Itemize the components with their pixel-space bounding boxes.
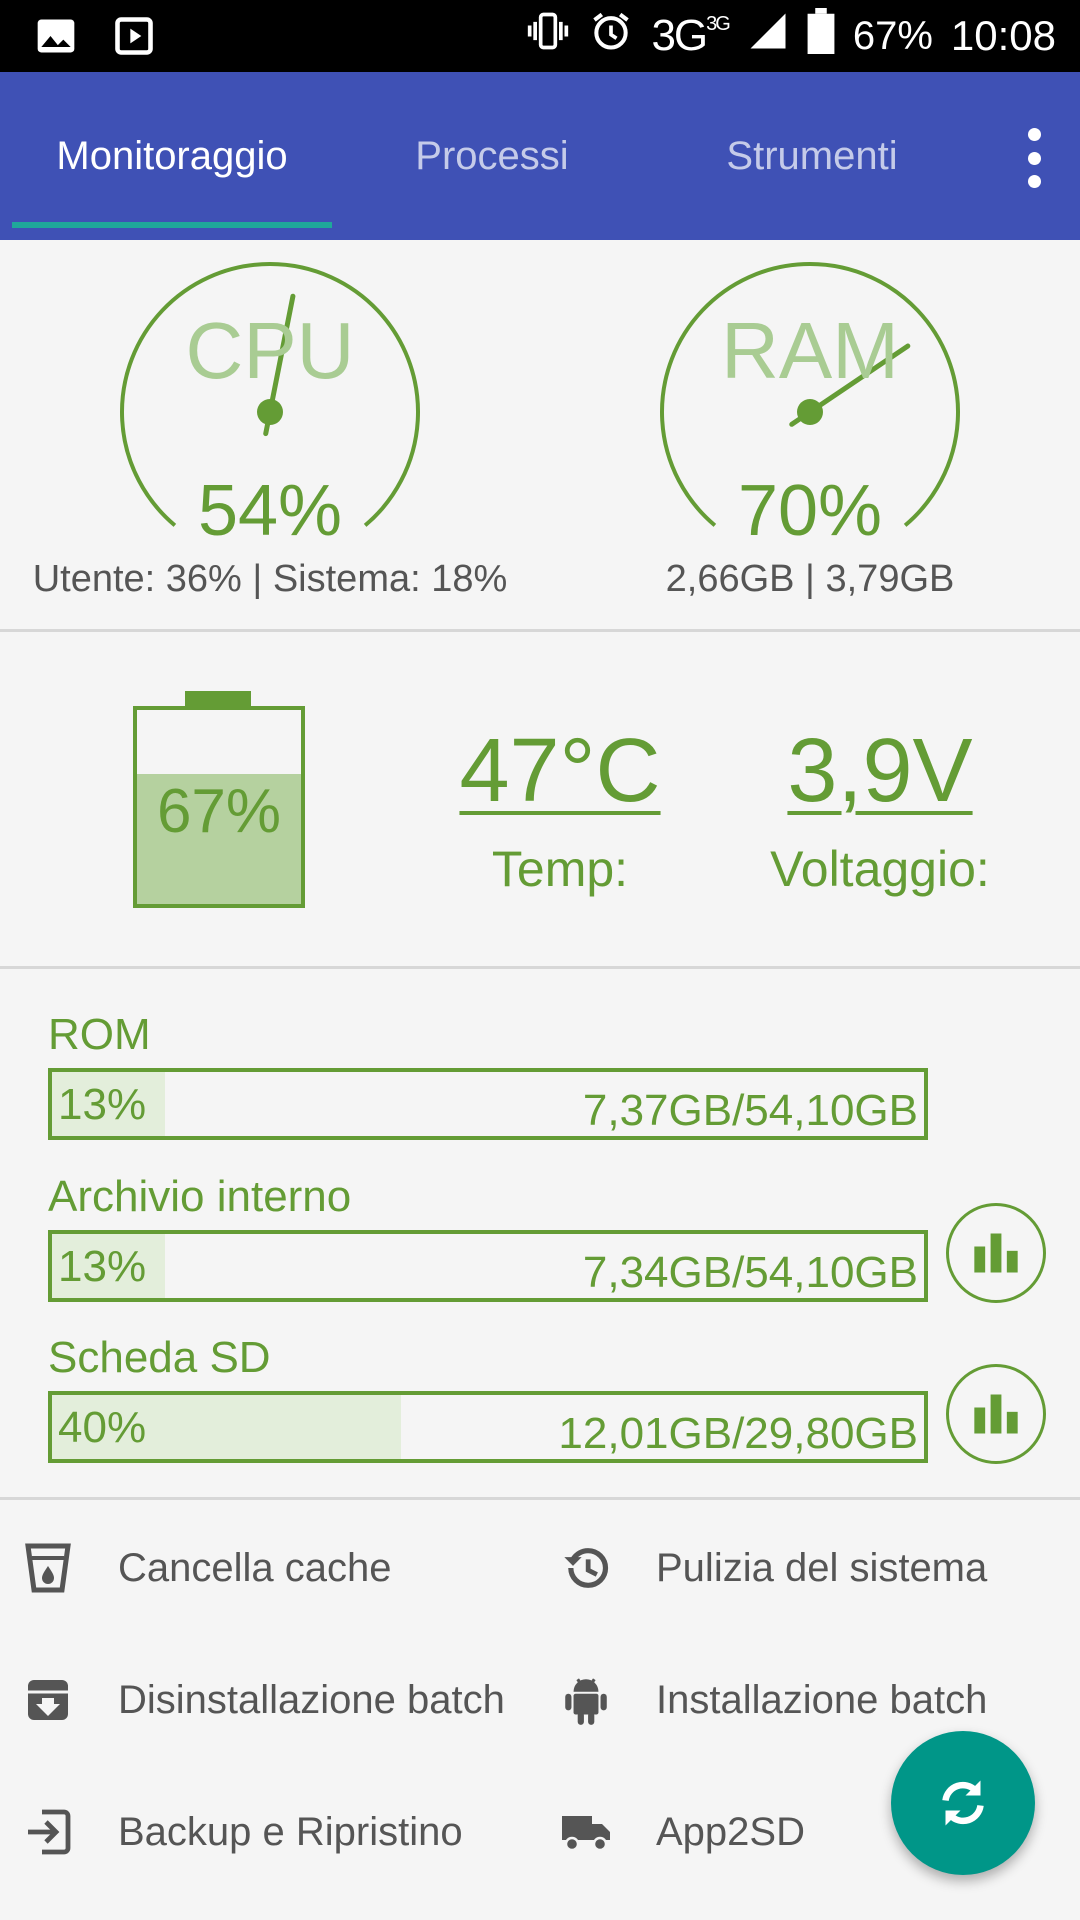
storage-bar-rom: 13% 7,37GB/54,10GB <box>48 1068 928 1140</box>
bar-chart-icon <box>974 1394 1018 1434</box>
storage-bar-internal: 13% 7,34GB/54,10GB <box>48 1230 928 1302</box>
temperature-metric: 47°C Temp: <box>440 716 680 898</box>
signal-icon <box>747 10 789 62</box>
tab-indicator <box>12 222 332 228</box>
history-icon <box>560 1542 612 1594</box>
tab-monitoraggio[interactable]: Monitoraggio <box>12 72 332 240</box>
android-icon <box>560 1674 612 1726</box>
tab-strumenti[interactable]: Strumenti <box>652 72 972 240</box>
internal-storage-stats-button[interactable] <box>946 1203 1046 1303</box>
tool-system-cleanup[interactable]: Pulizia del sistema <box>560 1528 987 1608</box>
screen: 3G3G 67% 10:08 Monitoraggio Processi Str… <box>0 0 1080 1920</box>
tool-batch-uninstall[interactable]: Disinstallazione batch <box>22 1660 505 1740</box>
network-type: 3G3G <box>651 11 730 60</box>
overflow-menu-icon[interactable] <box>1024 128 1044 188</box>
battery-percent: 67% <box>852 13 933 58</box>
gallery-notification-icon <box>34 14 78 63</box>
temperature-value: 47°C <box>459 721 661 821</box>
tool-batch-install[interactable]: Installazione batch <box>560 1660 987 1740</box>
status-bar: 3G3G 67% 10:08 <box>0 0 1080 72</box>
refresh-button[interactable] <box>891 1731 1035 1875</box>
ram-detail: 2,66GB | 3,79GB <box>665 558 955 600</box>
temperature-label: Temp: <box>491 841 629 897</box>
voltage-label: Voltaggio: <box>770 841 990 897</box>
import-icon <box>22 1806 74 1858</box>
voltage-metric: 3,9V Voltaggio: <box>740 716 1020 898</box>
alarm-icon <box>589 9 633 63</box>
divider <box>0 629 1080 632</box>
sd-card-stats-button[interactable] <box>946 1364 1046 1464</box>
cpu-gauge: CPU 54% Utente: 36% | Sistema: 18% <box>0 240 540 630</box>
archive-icon <box>22 1674 74 1726</box>
refresh-icon <box>942 1780 984 1826</box>
battery-level-percent: 67% <box>156 777 282 846</box>
storage-label-rom: ROM <box>48 1010 151 1059</box>
cpu-label: CPU <box>185 306 355 395</box>
ram-gauge: RAM 70% 2,66GB | 3,79GB <box>540 240 1080 630</box>
truck-icon <box>560 1806 612 1858</box>
cpu-percent: 54% <box>197 471 343 551</box>
vibrate-icon <box>525 9 571 63</box>
battery-gauge: 67% <box>133 691 305 908</box>
tab-processi[interactable]: Processi <box>332 72 652 240</box>
tool-backup-restore[interactable]: Backup e Ripristino <box>22 1792 463 1872</box>
ram-label: RAM <box>721 306 899 395</box>
battery-status-icon <box>807 8 835 64</box>
storage-bar-sd: 40% 12,01GB/29,80GB <box>48 1391 928 1463</box>
storage-label-sd: Scheda SD <box>48 1333 271 1382</box>
cache-icon <box>22 1542 74 1594</box>
storage-label-internal: Archivio interno <box>48 1172 352 1221</box>
ram-percent: 70% <box>737 471 883 551</box>
video-notification-icon <box>112 14 156 63</box>
divider <box>0 966 1080 969</box>
clock: 10:08 <box>950 12 1056 59</box>
cpu-detail: Utente: 36% | Sistema: 18% <box>32 558 508 600</box>
tab-bar: Monitoraggio Processi Strumenti <box>0 72 1080 240</box>
tool-app2sd[interactable]: App2SD <box>560 1792 805 1872</box>
voltage-value: 3,9V <box>787 721 973 821</box>
divider <box>0 1497 1080 1500</box>
bar-chart-icon <box>974 1233 1018 1273</box>
gauge-section: CPU 54% Utente: 36% | Sistema: 18% RAM 7… <box>0 240 1080 630</box>
tool-clear-cache[interactable]: Cancella cache <box>22 1528 392 1608</box>
